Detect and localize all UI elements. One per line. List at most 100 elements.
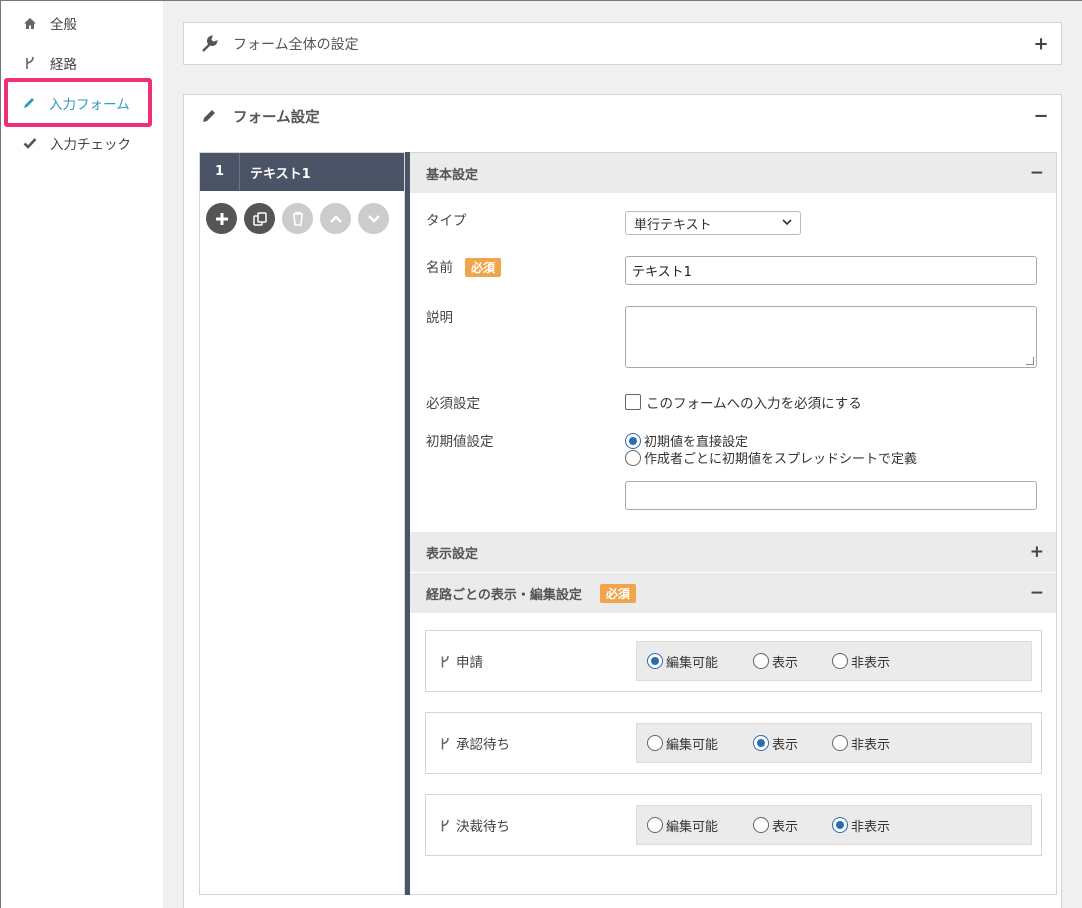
radio[interactable] [647,735,663,751]
field-tab[interactable]: 1 テキスト1 [200,153,404,191]
radio-selected[interactable] [625,432,641,449]
panel-title: フォーム全体の設定 [233,36,359,53]
check-icon [23,136,37,150]
option-label: 編集可能 [666,655,719,671]
copy-icon [252,211,267,226]
radio-selected[interactable] [832,817,848,833]
route-options: 編集可能 表示 非表示 [636,641,1032,681]
copy-field-button[interactable] [244,203,275,234]
wrench-icon [200,34,218,53]
option-label: 非表示 [851,737,891,753]
route-name: 申請 [440,651,483,671]
option-label: 表示 [772,737,799,753]
form-overall-panel: フォーム全体の設定 + [183,22,1062,65]
form-settings-panel: フォーム設定 − 1 テキスト1 基本設定 − タイプ 単行テキスト 名前 必須… [183,94,1062,908]
sidebar-item-label: 経路 [50,57,77,73]
sidebar-item-label: 入力フォーム [49,96,130,113]
radio[interactable] [625,449,641,466]
display-settings-header[interactable]: 表示設定 + [410,532,1056,572]
name-label: 名前 [426,260,453,276]
expand-icon[interactable]: + [1033,33,1049,54]
move-up-button[interactable] [320,203,351,234]
route-option[interactable]: 編集可能 [647,652,718,671]
route-option[interactable]: 非表示 [832,816,890,835]
radio[interactable] [753,817,769,833]
route-name: 決裁待ち [440,815,510,835]
basic-settings-header[interactable]: 基本設定 − [410,153,1056,193]
sidebar-item-input-check[interactable]: 入力チェック [1,123,164,163]
plus-icon [215,212,228,225]
option-label: 非表示 [851,655,891,671]
checkbox[interactable] [625,394,641,410]
collapse-icon[interactable]: − [1030,163,1044,183]
branch-icon [440,819,450,832]
field-settings: 基本設定 − タイプ 単行テキスト 名前 必須 テキスト1 説明 必須設定 このフ… [410,152,1057,895]
radio-selected[interactable] [753,735,769,751]
radio-selected[interactable] [647,653,663,669]
form-settings-header[interactable]: フォーム設定 − [184,95,1061,137]
radio[interactable] [832,735,848,751]
route-name-label: 申請 [456,655,483,671]
description-textarea[interactable] [625,306,1037,368]
section-title: 経路ごとの表示・編集設定 [426,587,582,603]
delete-field-button[interactable] [282,203,313,234]
type-label: タイプ [426,213,467,229]
required-checkbox-label: このフォームへの入力を必須にする [646,396,862,412]
route-option[interactable]: 表示 [753,816,798,835]
sidebar-item-general[interactable]: 全般 [1,3,164,43]
route-name-label: 決裁待ち [456,819,510,835]
chevron-down-icon [782,218,792,229]
route-card: 決裁待ち 編集可能 表示 非表示 [425,794,1042,856]
panel-title: フォーム設定 [233,109,320,126]
option-label: 作成者ごとに初期値をスプレッドシートで定義 [644,452,918,467]
field-list: 1 テキスト1 [199,152,405,895]
sidebar: 全般 経路 入力フォーム 入力チェック [0,0,163,908]
initial-value-label: 初期値設定 [426,434,494,450]
add-field-button[interactable] [206,203,237,234]
chevron-down-icon [367,214,380,223]
route-option[interactable]: 編集可能 [647,816,718,835]
sidebar-item-route[interactable]: 経路 [1,43,164,83]
name-input[interactable]: テキスト1 [625,256,1037,285]
branch-icon [440,655,450,668]
expand-icon[interactable]: + [1030,542,1044,562]
description-label: 説明 [426,310,453,326]
section-title: 表示設定 [426,546,479,562]
section-title: 基本設定 [426,167,479,183]
field-name: テキスト1 [250,166,311,182]
initial-value-input[interactable] [625,481,1037,510]
option-label: 表示 [772,819,799,835]
branch-icon [23,56,37,70]
radio[interactable] [753,653,769,669]
route-option[interactable]: 表示 [753,652,798,671]
name-label-row: 名前 必須 [426,256,502,277]
radio[interactable] [647,817,663,833]
route-option[interactable]: 表示 [753,734,798,753]
route-name-label: 承認待ち [456,737,510,753]
radio[interactable] [832,653,848,669]
chevron-up-icon [329,214,342,223]
sidebar-item-input-form[interactable]: 入力フォーム [4,78,152,127]
route-settings-header[interactable]: 経路ごとの表示・編集設定 必須 − [410,573,1056,613]
resize-handle[interactable] [1026,357,1034,365]
pencil-icon [200,107,218,125]
required-badge: 必須 [599,583,636,603]
initial-spreadsheet-option[interactable]: 作成者ごとに初期値をスプレッドシートで定義 [625,448,917,467]
field-actions [200,191,404,234]
required-checkbox[interactable]: このフォームへの入力を必須にする [625,392,862,412]
option-label: 表示 [772,655,799,671]
collapse-icon[interactable]: − [1033,106,1049,127]
form-overall-header[interactable]: フォーム全体の設定 + [184,23,1061,64]
option-label: 非表示 [851,819,891,835]
type-select[interactable]: 単行テキスト [625,211,801,235]
main-content: フォーム全体の設定 + フォーム設定 − 1 テキスト1 基本設定 − タイプ … [163,0,1082,908]
required-badge: 必須 [465,258,502,277]
type-select-value: 単行テキスト [634,217,712,233]
route-option[interactable]: 非表示 [832,734,890,753]
option-label: 編集可能 [666,819,719,835]
collapse-icon[interactable]: − [1030,583,1044,603]
route-option[interactable]: 非表示 [832,652,890,671]
field-number: 1 [200,153,240,191]
route-option[interactable]: 編集可能 [647,734,718,753]
move-down-button[interactable] [358,203,389,234]
